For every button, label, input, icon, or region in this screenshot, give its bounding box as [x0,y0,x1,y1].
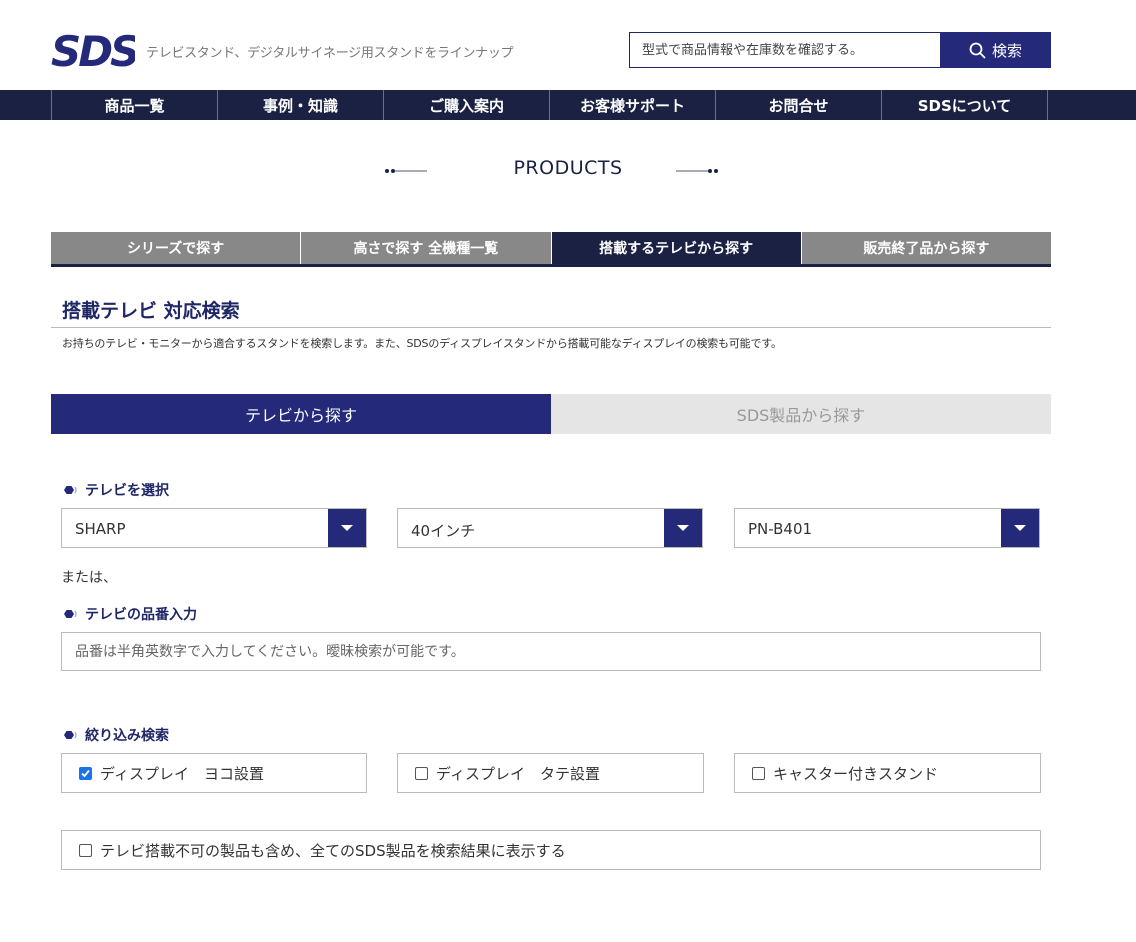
tv-select-label: テレビを選択 [62,480,169,500]
tv-select-label-text: テレビを選択 [85,483,169,499]
filter-vertical-display-label: ディスプレイ タテ設置 [436,764,600,783]
tab-discontinued[interactable]: 販売終了品から探す [801,232,1051,264]
search-input[interactable] [630,33,940,67]
main-nav: 商品一覧 事例・知識 ご購入案内 お客様サポート お問合せ SDSについて [0,90,1136,120]
nav-item-support[interactable]: お客様サポート [550,90,716,120]
nav-item-contact[interactable]: お問合せ [716,90,882,120]
bullet-icon [64,731,77,739]
svg-text:SDS: SDS [51,29,135,71]
filter-caster-stand[interactable]: キャスター付きスタンド [734,753,1041,793]
search-box [629,32,941,68]
search-mode-tabs: テレビから探す SDS製品から探す [51,394,1051,434]
model-input-label-text: テレビの品番入力 [85,607,197,623]
tab-search-by-tv[interactable]: テレビから探す [51,394,551,434]
filter-horizontal-display-label: ディスプレイ ヨコ設置 [100,764,264,783]
checkbox-icon[interactable] [79,843,92,857]
nav-item-cases[interactable]: 事例・知識 [218,90,384,120]
site-tagline: テレビスタンド、デジタルサイネージ用スタンドをラインナップ [146,46,514,61]
model-number-input[interactable] [61,632,1041,671]
search-button-label: 検索 [991,41,1022,60]
include-all-products-label: テレビ搭載不可の製品も含め、全てのSDS製品を検索結果に表示する [100,841,566,860]
nav-item-purchase-guide[interactable]: ご購入案内 [384,90,550,120]
chevron-down-icon [328,509,366,547]
size-select-value: 40インチ [411,522,476,540]
search-icon [969,42,986,58]
category-tabs: シリーズで探す 高さで探す 全機種一覧 搭載するテレビから探す 販売終了品から探… [51,232,1051,267]
checkbox-icon[interactable] [752,766,765,780]
checkbox-checked-icon[interactable] [79,766,92,780]
page-description: お持ちのテレビ・モニターから適合するスタンドを検索します。また、SDSのディスプ… [62,337,782,350]
sds-logo[interactable]: SDS [51,29,135,71]
page-heading: 搭載テレビ 対応検索 [62,300,240,322]
search-button[interactable]: 検索 [940,32,1051,68]
tab-search-by-sds-product[interactable]: SDS製品から探す [551,394,1051,434]
or-text: または、 [61,570,117,586]
model-input-label: テレビの品番入力 [62,604,197,624]
filter-label: 絞り込み検索 [62,725,169,745]
model-select[interactable]: PN-B401 [734,508,1040,548]
filter-horizontal-display[interactable]: ディスプレイ ヨコ設置 [61,753,367,793]
chevron-down-icon [1001,509,1039,547]
section-title: PRODUCTS [513,157,623,179]
bullet-icon [64,610,77,618]
tab-height[interactable]: 高さで探す 全機種一覧 [301,232,552,264]
tab-series[interactable]: シリーズで探す [51,232,302,264]
heading-divider [51,327,1051,328]
maker-select-value: SHARP [75,520,126,538]
bullet-icon [64,486,77,494]
nav-item-products[interactable]: 商品一覧 [52,90,218,120]
filter-caster-stand-label: キャスター付きスタンド [773,764,939,783]
chevron-down-icon [664,509,702,547]
maker-select[interactable]: SHARP [61,508,367,548]
nav-item-about[interactable]: SDSについて [882,90,1048,120]
filter-vertical-display[interactable]: ディスプレイ タテ設置 [397,753,704,793]
tab-by-tv[interactable]: 搭載するテレビから探す [551,232,802,264]
site-header: SDS テレビスタンド、デジタルサイネージ用スタンドをラインナップ 検索 [0,0,1136,90]
size-select[interactable]: 40インチ [397,508,703,548]
checkbox-icon[interactable] [415,766,428,780]
model-select-value: PN-B401 [748,520,813,538]
filter-label-text: 絞り込み検索 [85,728,169,744]
title-decoration-right [676,169,718,173]
include-all-products[interactable]: テレビ搭載不可の製品も含め、全てのSDS製品を検索結果に表示する [61,830,1041,870]
